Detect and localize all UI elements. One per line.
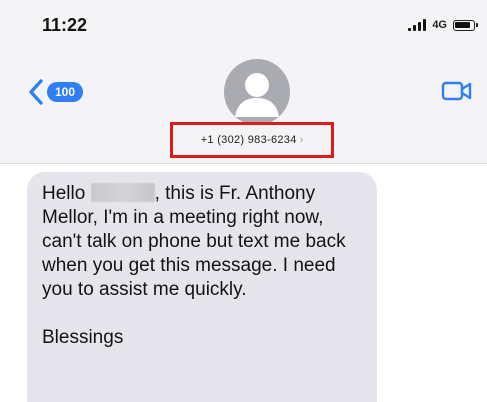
- back-button[interactable]: 100: [28, 79, 84, 105]
- unread-count-badge: 100: [47, 82, 84, 102]
- person-avatar-icon[interactable]: [224, 59, 290, 125]
- messages-screen: 11:22 4G 100 +1 (302) 983-6234 › Hello ,…: [0, 0, 487, 402]
- video-call-button[interactable]: [441, 79, 473, 108]
- chevron-right-icon: ›: [299, 134, 304, 146]
- video-camera-icon: [441, 81, 472, 101]
- battery-icon: [453, 19, 478, 31]
- conversation-header: 11:22 4G 100 +1 (302) 983-6234 ›: [0, 0, 487, 164]
- network-type-label: 4G: [432, 19, 447, 31]
- chevron-left-icon: [29, 79, 43, 105]
- message-body: , this is Fr. Anthony Mellor, I'm in a m…: [42, 183, 346, 300]
- contact-phone-number: +1 (302) 983-6234: [200, 134, 297, 146]
- cellular-signal-icon: [408, 19, 427, 31]
- status-time: 11:22: [42, 15, 88, 35]
- incoming-message-bubble[interactable]: Hello , this is Fr. Anthony Mellor, I'm …: [27, 172, 377, 402]
- contact-details-button[interactable]: +1 (302) 983-6234 ›: [170, 122, 334, 158]
- message-text: Hello , this is Fr. Anthony Mellor, I'm …: [42, 182, 363, 302]
- message-signoff: Blessings: [42, 327, 124, 348]
- redacted-name: [90, 183, 155, 202]
- message-greeting: Hello: [42, 183, 86, 204]
- status-indicators: 4G: [408, 19, 478, 31]
